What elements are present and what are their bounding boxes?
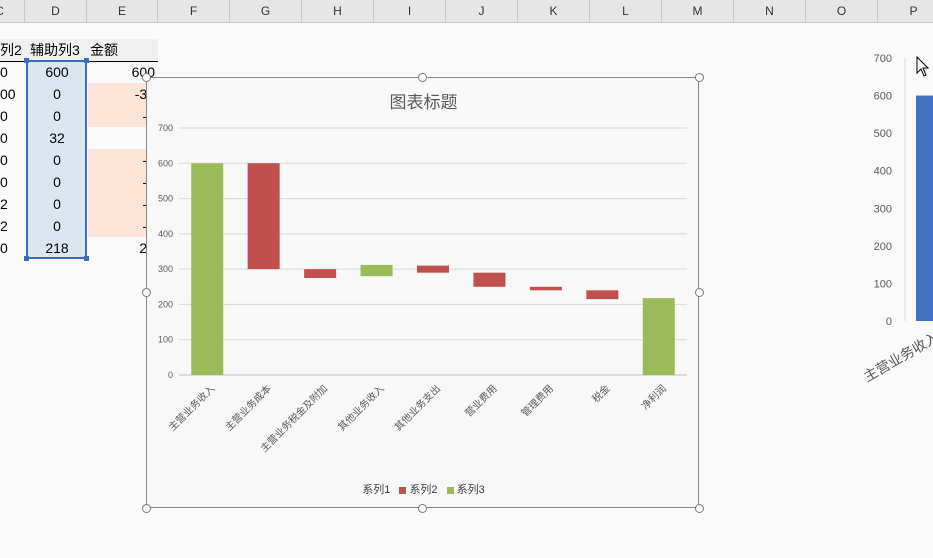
y-tick-label: 700 — [874, 53, 892, 65]
x-tick-label: 主营业务成本 — [222, 382, 274, 434]
legend-label: 系列2 — [409, 484, 438, 496]
y-tick-label: 700 — [158, 123, 173, 133]
x-tick-label: 营业费用 — [462, 382, 499, 419]
bar-2-2[interactable] — [304, 269, 337, 278]
cell-c[interactable]: 0 — [0, 237, 8, 259]
chart-plot-area[interactable]: 0100200300400500600700主营业务收入 主营业务成本主营业务税金… — [147, 78, 700, 509]
y-tick-label: 600 — [874, 91, 892, 103]
cell-d[interactable]: 32 — [28, 127, 86, 149]
cell-c[interactable]: 00 — [0, 83, 16, 105]
cell-d[interactable]: 0 — [28, 83, 86, 105]
cell-d[interactable]: 0 — [28, 105, 86, 127]
y-tick-label: 0 — [886, 316, 892, 328]
column-header-bar: CDEFGHIJKLMNOP — [0, 0, 933, 23]
cell-c[interactable]: 0 — [0, 105, 8, 127]
y-tick-label: 300 — [874, 203, 892, 215]
cell-d[interactable]: 218 — [28, 237, 86, 259]
y-tick-label: 400 — [874, 166, 892, 178]
y-tick-label: 500 — [158, 194, 173, 204]
cell-d[interactable]: 0 — [28, 193, 86, 215]
legend-item-series2[interactable]: 系列2 — [399, 481, 438, 497]
column-header-i[interactable]: I — [374, 0, 446, 22]
legend-swatch — [446, 486, 454, 494]
x-tick-label: 主营业务收入 — [861, 330, 933, 386]
bar-2-4[interactable] — [417, 265, 449, 273]
column-header-n[interactable]: N — [734, 0, 806, 22]
x-tick-label: 管理费用 — [519, 382, 556, 419]
column-header-c[interactable]: C — [0, 0, 25, 22]
header-col-d[interactable]: 辅助列3 — [30, 39, 80, 61]
legend-swatch — [399, 486, 407, 494]
column-header-j[interactable]: J — [446, 0, 518, 22]
x-tick-label: 税金 — [589, 382, 612, 405]
y-tick-label: 200 — [874, 241, 892, 253]
x-tick-label: 其他业务支出 — [392, 382, 444, 434]
y-tick-label: 100 — [158, 335, 173, 345]
column-header-p[interactable]: P — [878, 0, 933, 22]
bar-3-8[interactable] — [642, 298, 675, 375]
column-header-g[interactable]: G — [230, 0, 302, 22]
chart-resize-handle-bl[interactable] — [142, 504, 151, 513]
header-col-c[interactable]: 列2 — [0, 39, 22, 61]
y-tick-label: 400 — [158, 229, 173, 239]
column-header-f[interactable]: F — [158, 0, 230, 22]
column-header-m[interactable]: M — [662, 0, 734, 22]
column-header-o[interactable]: O — [806, 0, 878, 22]
x-tick-label: 其他业务收入 — [335, 382, 387, 434]
chart-resize-handle-mr[interactable] — [695, 288, 704, 297]
cell-c[interactable]: 0 — [0, 171, 8, 193]
y-tick-label: 100 — [874, 278, 892, 290]
cell-c[interactable]: 2 — [0, 193, 8, 215]
mouse-pointer-icon — [916, 56, 930, 77]
chart-legend[interactable]: 系列1 系列2 系列3 — [147, 481, 700, 497]
y-tick-label: 300 — [158, 264, 173, 274]
cell-d[interactable]: 0 — [28, 215, 86, 237]
cell-d[interactable]: 0 — [28, 149, 86, 171]
legend-label: 系列3 — [456, 484, 485, 496]
bar-2-1[interactable] — [247, 163, 280, 270]
cell-c[interactable]: 0 — [0, 61, 8, 83]
cell-d[interactable]: 600 — [28, 61, 86, 83]
cell-c[interactable]: 2 — [0, 215, 8, 237]
chart-resize-handle-tc[interactable] — [418, 73, 427, 82]
header-col-e[interactable]: 金额 — [90, 39, 118, 61]
x-tick-label: 主营业务收入 — [166, 382, 218, 434]
chart-resize-handle-ml[interactable] — [142, 288, 151, 297]
waterfall-chart[interactable]: 图表标题 0 100 200 300 400 500 600 700 主营业务收入 主营业务成本主… — [146, 77, 699, 508]
y-tick-label: 0 — [168, 370, 173, 380]
bar-3-3[interactable] — [360, 264, 393, 277]
bar-2-7[interactable] — [586, 290, 619, 300]
chart-resize-handle-tr[interactable] — [695, 73, 704, 82]
chart-resize-handle-tl[interactable] — [142, 73, 151, 82]
second-chart-partial[interactable]: 0 100 200 300 400 500 600 700 主营业务收入 — [860, 40, 933, 400]
legend-item-series3[interactable]: 系列3 — [446, 481, 485, 497]
legend-item-series1[interactable]: 系列1 — [362, 481, 390, 497]
bar-2-5[interactable] — [473, 272, 506, 287]
column-header-k[interactable]: K — [518, 0, 590, 22]
y-tick-label: 500 — [874, 128, 892, 140]
cell-c[interactable]: 0 — [0, 127, 8, 149]
x-tick-label: 净利润 — [638, 382, 668, 412]
column-header-h[interactable]: H — [302, 0, 374, 22]
column-header-e[interactable]: E — [87, 0, 158, 22]
legend-label: 系列1 — [362, 484, 391, 496]
y-tick-label: 600 — [158, 158, 173, 168]
chart-resize-handle-bc[interactable] — [418, 504, 427, 513]
chart-resize-handle-br[interactable] — [695, 504, 704, 513]
cell-c[interactable]: 0 — [0, 149, 8, 171]
bar-3-0[interactable] — [191, 163, 224, 375]
column-header-l[interactable]: L — [590, 0, 662, 22]
bar-partial[interactable] — [916, 95, 933, 321]
cell-d[interactable]: 0 — [28, 171, 86, 193]
bar-2-6[interactable] — [529, 286, 562, 291]
column-header-d[interactable]: D — [25, 0, 87, 22]
y-tick-label: 200 — [158, 299, 173, 309]
